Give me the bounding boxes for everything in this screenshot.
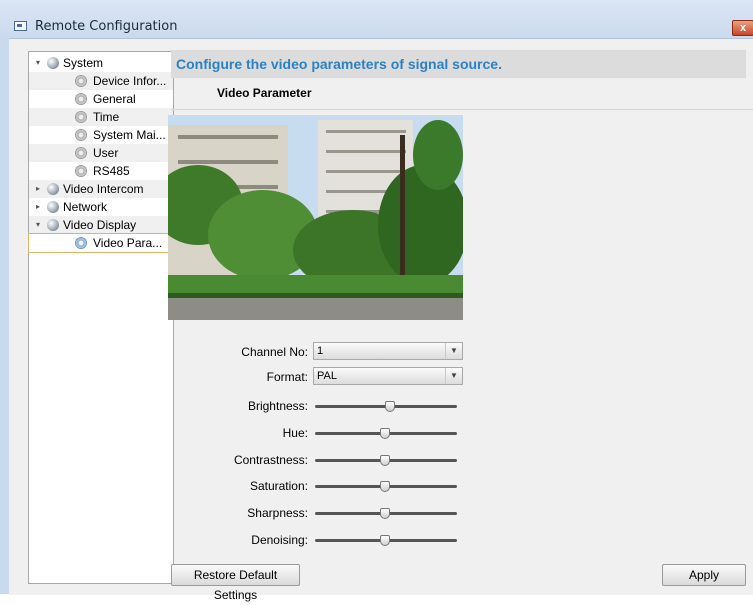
collapse-arrow-icon[interactable]: ▾ xyxy=(33,54,43,72)
globe-icon xyxy=(47,183,59,195)
slider-thumb[interactable] xyxy=(379,508,390,519)
denoising-label: Denoising: xyxy=(251,533,308,547)
page-banner: Configure the video parameters of signal… xyxy=(171,50,746,78)
window-title: Remote Configuration xyxy=(35,19,178,34)
channel-no-label: Channel No: xyxy=(241,345,308,359)
remote-configuration-window: Remote Configuration x ▾ System Device Inf… xyxy=(0,0,753,602)
tree-item-device-infor[interactable]: Device Infor... xyxy=(29,72,173,90)
brightness-slider[interactable] xyxy=(315,401,457,413)
tree-item-system-mai[interactable]: System Mai... xyxy=(29,126,173,144)
tree-item-label: Video Display xyxy=(63,218,137,232)
tree-item-label: System xyxy=(63,56,104,70)
gear-icon xyxy=(75,75,87,87)
slider-thumb[interactable] xyxy=(379,481,390,492)
gear-icon xyxy=(75,147,87,159)
config-tree[interactable]: ▾ System Device Infor... General Time System … xyxy=(28,51,174,584)
gear-icon xyxy=(75,111,87,123)
tree-item-label: General xyxy=(93,92,136,106)
sharpness-slider[interactable] xyxy=(315,508,457,520)
gear-icon xyxy=(75,129,87,141)
tree-item-label: Device Infor... xyxy=(93,74,167,88)
tree-item-label: Time xyxy=(93,110,120,124)
tree-item-label: Network xyxy=(63,200,108,214)
saturation-slider[interactable] xyxy=(315,481,457,493)
tree-item-video-para[interactable]: Video Para... xyxy=(28,233,174,253)
collapse-arrow-icon[interactable]: ▾ xyxy=(33,216,43,234)
tree-item-label: Video Intercom xyxy=(63,182,144,196)
saturation-label: Saturation: xyxy=(249,479,308,493)
title-bar[interactable]: Remote Configuration x xyxy=(0,0,753,38)
tree-item-label: RS485 xyxy=(93,164,130,178)
section-divider xyxy=(171,109,753,110)
sharpness-label: Sharpness: xyxy=(247,506,308,520)
tree-item-system[interactable]: ▾ System xyxy=(29,54,173,72)
close-button[interactable]: x xyxy=(732,20,753,36)
gear-icon xyxy=(75,93,87,105)
globe-icon xyxy=(47,57,59,69)
globe-icon xyxy=(47,201,59,213)
tree-item-network[interactable]: ▸ Network xyxy=(29,198,173,216)
hue-slider[interactable] xyxy=(315,428,457,440)
format-label: Format: xyxy=(266,370,308,384)
tree-item-general[interactable]: General xyxy=(29,90,173,108)
contrastness-label: Contrastness: xyxy=(233,453,308,467)
restore-default-settings-button[interactable]: Restore Default Settings xyxy=(171,564,300,602)
slider-thumb[interactable] xyxy=(379,455,390,466)
tree-item-user[interactable]: User xyxy=(29,144,173,162)
tree-item-label: Video Para... xyxy=(93,236,163,250)
tree-item-label: User xyxy=(93,146,119,160)
tree-item-time[interactable]: Time xyxy=(29,108,173,126)
gear-icon xyxy=(75,165,87,177)
tree-item-video-display[interactable]: ▾ Video Display xyxy=(29,216,173,234)
gear-icon xyxy=(75,237,87,249)
video-preview-image xyxy=(168,115,463,320)
apply-button[interactable]: Apply xyxy=(662,564,746,586)
slider-thumb[interactable] xyxy=(379,428,390,439)
tree-item-rs485[interactable]: RS485 xyxy=(29,162,173,180)
tree-item-label: System Mai... xyxy=(93,128,166,142)
tree-item-video-intercom[interactable]: ▸ Video Intercom xyxy=(29,180,173,198)
hue-label: Hue: xyxy=(282,426,308,440)
channel-no-value: 1 xyxy=(317,345,324,357)
chevron-down-icon: ▼ xyxy=(445,343,462,359)
brightness-label: Brightness: xyxy=(247,399,308,413)
window-icon xyxy=(14,21,27,31)
format-value: PAL xyxy=(317,370,337,382)
format-select[interactable]: PAL ▼ xyxy=(313,367,463,385)
video-preview xyxy=(168,115,463,320)
contrastness-slider[interactable] xyxy=(315,455,457,467)
globe-icon xyxy=(47,219,59,231)
banner-text: Configure the video parameters of signal… xyxy=(176,56,502,72)
slider-thumb[interactable] xyxy=(379,535,390,546)
denoising-slider[interactable] xyxy=(315,535,457,547)
client-area: ▾ System Device Infor... General Time System … xyxy=(9,38,753,602)
slider-thumb[interactable] xyxy=(385,401,396,412)
expand-arrow-icon[interactable]: ▸ xyxy=(33,198,43,216)
section-title: Video Parameter xyxy=(217,86,312,100)
channel-no-select[interactable]: 1 ▼ xyxy=(313,342,463,360)
chevron-down-icon: ▼ xyxy=(445,368,462,384)
expand-arrow-icon[interactable]: ▸ xyxy=(33,180,43,198)
